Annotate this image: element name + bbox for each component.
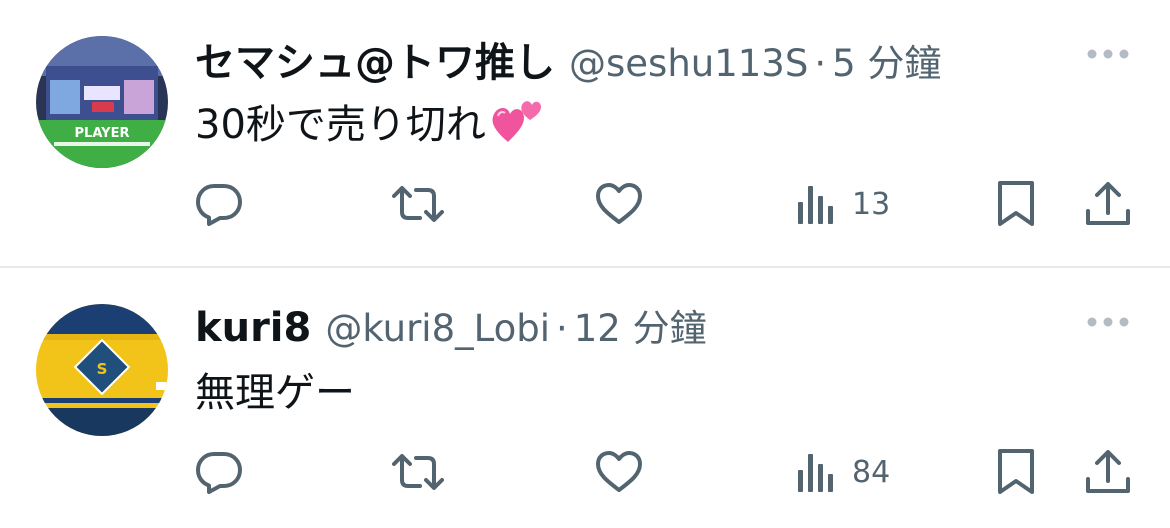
retweet-button[interactable]: [390, 176, 446, 232]
avatar[interactable]: PLAYER: [36, 36, 168, 168]
separator-dot: ·: [556, 307, 568, 350]
tweet-text: 無理ゲー: [195, 360, 355, 418]
bookmark-button[interactable]: [996, 176, 1036, 232]
avatar-image: S: [36, 304, 168, 436]
tweet-text-content: 30秒で売り切れ: [195, 102, 486, 148]
views-count: 13: [852, 186, 891, 222]
tweet-text-content: 無理ゲー: [195, 370, 355, 416]
avatar[interactable]: S: [36, 304, 168, 436]
retweet-button[interactable]: [390, 444, 446, 500]
tweet-1[interactable]: PLAYER セマシュ@トワ推し @seshu113S · 5 分鐘 30秒で売…: [0, 0, 1170, 266]
views-button[interactable]: 84: [796, 444, 890, 500]
like-button[interactable]: [594, 176, 644, 232]
reply-button[interactable]: [194, 176, 244, 232]
user-handle[interactable]: @kuri8_Lobi: [325, 307, 550, 350]
reply-icon: [196, 452, 242, 494]
display-name[interactable]: セマシュ@トワ推し: [195, 30, 555, 88]
tweet-text: 30秒で売り切れ: [195, 92, 546, 150]
separator-dot: ·: [814, 42, 827, 85]
like-button[interactable]: [594, 444, 644, 500]
avatar-logo-glyph: S: [97, 360, 108, 378]
avatar-badge-text: PLAYER: [75, 126, 130, 141]
retweet-icon: [392, 454, 444, 490]
views-button[interactable]: 13: [796, 176, 890, 232]
user-handle[interactable]: @seshu113S: [569, 42, 808, 85]
timestamp[interactable]: 12 分鐘: [574, 298, 707, 352]
share-button[interactable]: [1084, 444, 1132, 500]
share-icon: [1086, 450, 1130, 493]
reply-button[interactable]: [194, 444, 244, 500]
views-icon: [798, 454, 833, 492]
display-name[interactable]: kuri8: [195, 305, 311, 351]
bookmark-button[interactable]: [996, 444, 1036, 500]
timestamp[interactable]: 5 分鐘: [832, 33, 941, 87]
more-icon[interactable]: [1086, 312, 1130, 332]
bookmark-icon: [998, 449, 1034, 494]
tweet-header: kuri8 @kuri8_Lobi · 12 分鐘: [195, 298, 707, 354]
like-icon: [596, 183, 642, 224]
avatar-image: PLAYER: [36, 36, 168, 168]
reply-icon: [196, 184, 242, 226]
tweet-2[interactable]: S kuri8 @kuri8_Lobi · 12 分鐘 無理ゲー 84: [0, 268, 1170, 528]
share-icon: [1086, 182, 1130, 225]
retweet-icon: [392, 186, 444, 222]
like-icon: [596, 451, 642, 492]
tweet-actions: 84: [0, 444, 1170, 500]
tweet-header: セマシュ@トワ推し @seshu113S · 5 分鐘: [195, 30, 941, 86]
two-hearts-emoji: [492, 101, 541, 142]
tweet-actions: 13: [0, 176, 1170, 232]
views-icon: [798, 186, 833, 224]
share-button[interactable]: [1084, 176, 1132, 232]
views-count: 84: [852, 454, 891, 490]
more-icon[interactable]: [1086, 44, 1130, 64]
bookmark-icon: [998, 181, 1034, 226]
